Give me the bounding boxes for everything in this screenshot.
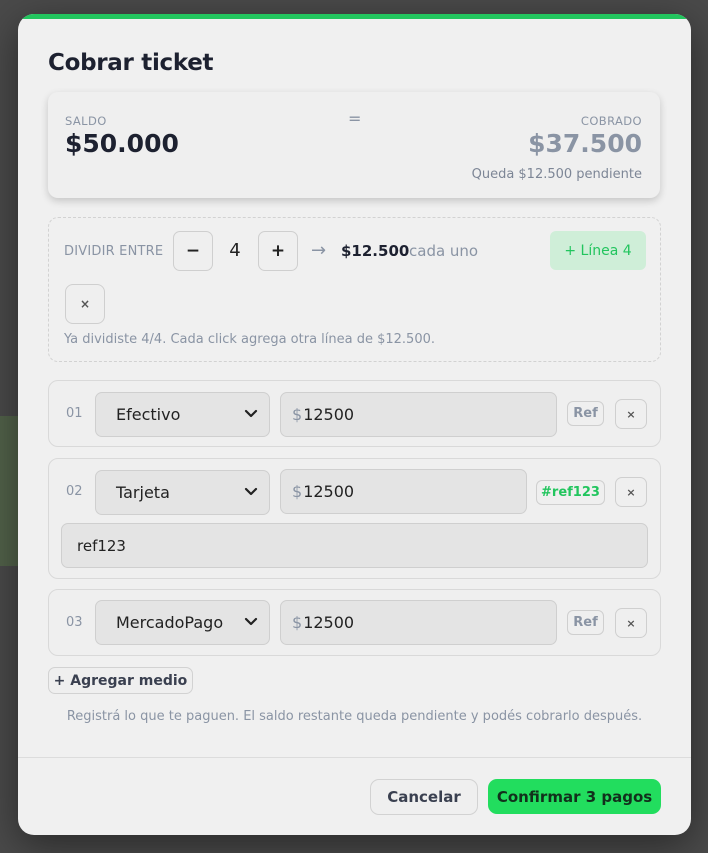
remove-payment-button[interactable]: × — [615, 477, 647, 507]
chevron-down-icon — [244, 487, 258, 496]
payment-method-select[interactable]: Efectivo — [95, 392, 270, 437]
balance-summary-card: SALDO $50.000 = COBRADO $37.500 Queda $1… — [48, 92, 660, 198]
charge-ticket-dialog: Cobrar ticket SALDO $50.000 = COBRADO $3… — [18, 14, 691, 835]
reference-button[interactable]: #ref123 — [536, 480, 605, 505]
cobrado-label: COBRADO — [580, 114, 642, 128]
split-note: Ya dividiste 4/4. Cada click agrega otra… — [64, 332, 435, 347]
chevron-down-icon — [244, 617, 258, 626]
payment-amount-input[interactable]: $ 12500 — [280, 392, 557, 437]
payment-amount-input[interactable]: $ 12500 — [280, 600, 557, 645]
increment-button[interactable]: + — [258, 231, 298, 271]
saldo-label: SALDO — [65, 114, 107, 128]
footer-divider — [18, 757, 691, 758]
confirm-payments-button[interactable]: Confirmar 3 pagos — [488, 779, 661, 814]
payment-method-value: Efectivo — [116, 405, 181, 424]
payment-amount-value: 12500 — [303, 613, 355, 632]
currency-symbol: $ — [292, 613, 303, 632]
payment-row: 02 Tarjeta $ 12500 #ref123 × ref123 — [48, 458, 661, 579]
split-label: DIVIDIR ENTRE — [64, 244, 164, 259]
reference-button[interactable]: Ref — [567, 610, 604, 635]
decrement-button[interactable]: − — [173, 231, 213, 271]
per-person-amount: $12.500 — [341, 242, 410, 260]
per-person-suffix: cada uno — [409, 242, 479, 260]
payment-row-number: 02 — [66, 484, 83, 499]
dialog-title: Cobrar ticket — [48, 50, 214, 76]
currency-symbol: $ — [292, 405, 303, 424]
chevron-down-icon — [244, 409, 258, 418]
saldo-value: $50.000 — [65, 129, 179, 158]
help-text: Registrá lo que te paguen. El saldo rest… — [66, 709, 643, 724]
payment-method-select[interactable]: Tarjeta — [95, 470, 270, 515]
add-payment-method-button[interactable]: + Agregar medio — [48, 667, 193, 694]
cobrado-value: $37.500 — [528, 129, 642, 158]
payment-method-select[interactable]: MercadoPago — [95, 600, 270, 645]
pending-text: Queda $12.500 pendiente — [471, 167, 642, 182]
dialog-accent-bar — [18, 14, 691, 19]
backdrop-accent — [0, 416, 18, 566]
close-split-button[interactable]: × — [65, 284, 105, 324]
payment-amount-value: 12500 — [303, 482, 355, 501]
arrow-right-icon: → — [311, 240, 327, 261]
cancel-button[interactable]: Cancelar — [370, 779, 478, 815]
split-panel: DIVIDIR ENTRE − 4 + → $12.500 cada uno +… — [48, 217, 661, 362]
remove-payment-button[interactable]: × — [615, 399, 647, 429]
payment-method-value: MercadoPago — [116, 613, 224, 632]
equals-sign: = — [348, 109, 362, 128]
payment-method-value: Tarjeta — [116, 483, 170, 502]
remove-payment-button[interactable]: × — [615, 608, 647, 638]
currency-symbol: $ — [292, 482, 303, 501]
reference-input[interactable]: ref123 — [61, 523, 648, 568]
payment-row-number: 01 — [66, 406, 83, 421]
add-split-line-button[interactable]: + Línea 4 — [550, 231, 646, 270]
payment-amount-value: 12500 — [303, 405, 355, 424]
payment-row: 03 MercadoPago $ 12500 Ref × — [48, 589, 661, 656]
split-count: 4 — [229, 240, 241, 261]
reference-button[interactable]: Ref — [567, 401, 604, 426]
payment-row: 01 Efectivo $ 12500 Ref × — [48, 380, 661, 447]
payment-amount-input[interactable]: $ 12500 — [280, 469, 527, 514]
payment-row-number: 03 — [66, 615, 83, 630]
